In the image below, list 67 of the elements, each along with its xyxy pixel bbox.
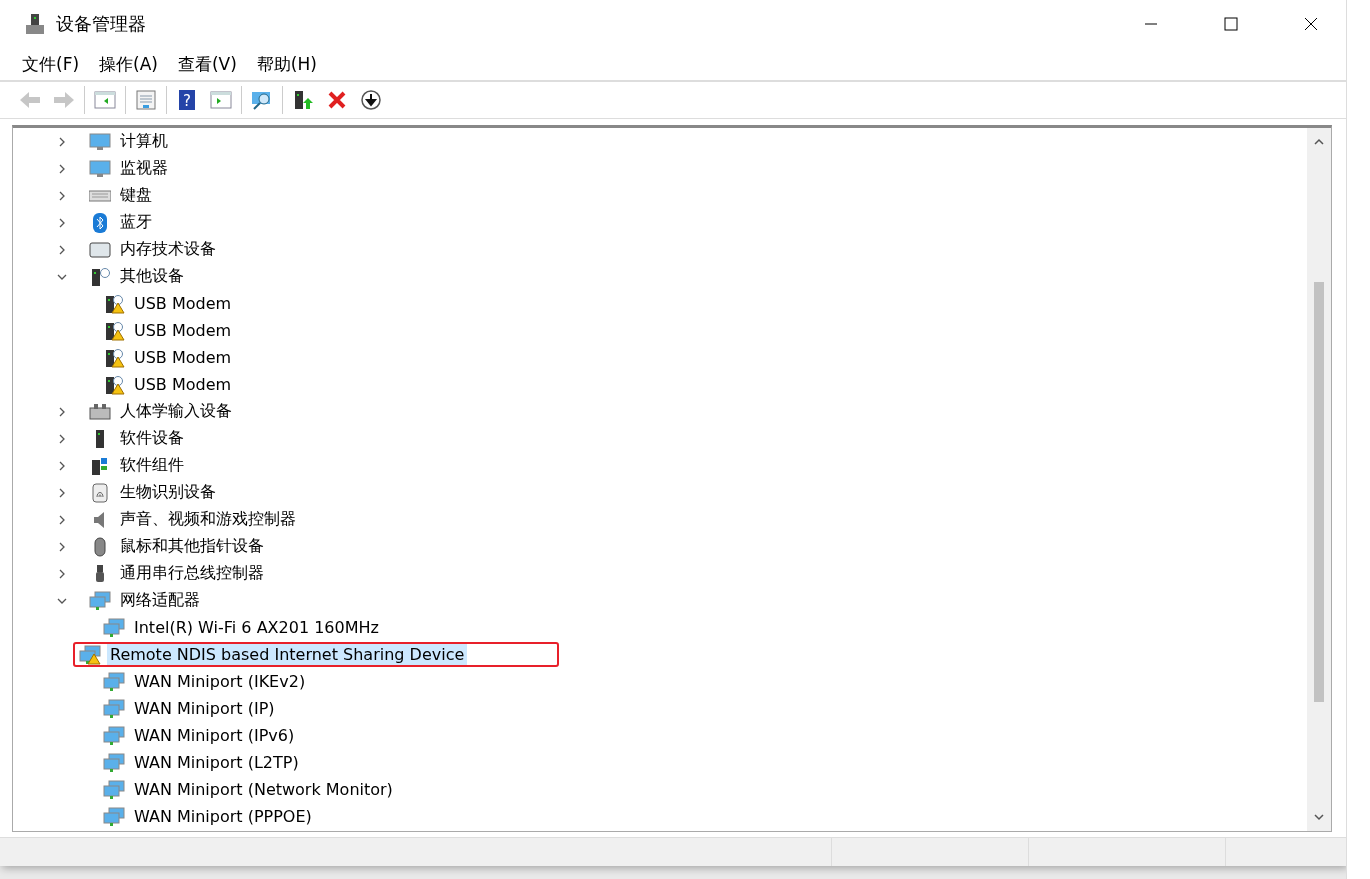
menu-item[interactable]: 文件(F) bbox=[14, 50, 88, 78]
tree-item[interactable]: USB Modem bbox=[131, 374, 235, 395]
tree-item[interactable]: USB Modem bbox=[131, 293, 235, 314]
tree-item[interactable]: 其他设备 bbox=[117, 265, 187, 288]
device-icon bbox=[89, 266, 111, 287]
chevron-right-icon[interactable] bbox=[57, 244, 67, 255]
tree-item[interactable]: 通用串行总线控制器 bbox=[117, 562, 267, 585]
device-icon bbox=[89, 239, 111, 260]
chevron-right-icon[interactable] bbox=[57, 190, 67, 201]
monitor-icon bbox=[89, 158, 111, 179]
tree-item[interactable]: WAN Miniport (IPv6) bbox=[131, 725, 298, 746]
chevron-right-icon[interactable] bbox=[57, 217, 67, 228]
close-icon[interactable] bbox=[1304, 17, 1318, 31]
forward-arrow-icon bbox=[52, 90, 76, 110]
tree-item[interactable]: 监视器 bbox=[117, 157, 171, 180]
maximize-icon[interactable] bbox=[1224, 17, 1238, 31]
window-title: 设备管理器 bbox=[56, 12, 147, 36]
tree-item[interactable]: USB Modem bbox=[131, 320, 235, 341]
monitor-icon bbox=[89, 131, 111, 152]
chevron-right-icon[interactable] bbox=[57, 514, 67, 525]
chevron-right-icon[interactable] bbox=[57, 487, 67, 498]
back-arrow-icon bbox=[18, 90, 42, 110]
console-tree-icon bbox=[94, 90, 116, 110]
network-adapter-icon bbox=[89, 590, 111, 611]
scroll-down-icon[interactable] bbox=[1314, 813, 1324, 821]
tree-item[interactable]: 声音、视频和游戏控制器 bbox=[117, 508, 299, 531]
menu-item[interactable]: 查看(V) bbox=[169, 50, 245, 78]
action-pane-icon bbox=[210, 90, 232, 110]
tree-item[interactable]: WAN Miniport (IKEv2) bbox=[131, 671, 309, 692]
chevron-right-icon[interactable] bbox=[57, 136, 67, 147]
close-icon bbox=[326, 90, 348, 110]
chevron-right-icon[interactable] bbox=[57, 433, 67, 444]
tree-item[interactable]: 人体学输入设备 bbox=[117, 400, 235, 423]
tree-item[interactable]: 蓝牙 bbox=[117, 211, 155, 234]
tree-item[interactable]: Intel(R) Wi-Fi 6 AX201 160MHz bbox=[131, 617, 382, 638]
tree-item[interactable]: 软件设备 bbox=[117, 427, 187, 450]
tree-item[interactable]: WAN Miniport (Network Monitor) bbox=[131, 779, 396, 800]
chevron-right-icon[interactable] bbox=[57, 163, 67, 174]
scrollbar[interactable] bbox=[1307, 128, 1331, 831]
menu-item[interactable]: 帮助(H) bbox=[248, 50, 325, 78]
properties-icon bbox=[135, 90, 157, 110]
tree-item[interactable]: Remote NDIS based Internet Sharing Device bbox=[107, 644, 468, 665]
tree-item[interactable]: 鼠标和其他指针设备 bbox=[117, 535, 267, 558]
tree-item[interactable]: 内存技术设备 bbox=[117, 238, 219, 261]
scroll-up-icon[interactable] bbox=[1314, 138, 1324, 146]
tree-item[interactable]: 生物识别设备 bbox=[117, 481, 219, 504]
monitor-magnifier-icon bbox=[251, 90, 273, 110]
chevron-right-icon[interactable] bbox=[57, 568, 67, 579]
device-icon bbox=[95, 428, 105, 449]
tree-item[interactable]: 软件组件 bbox=[117, 454, 187, 477]
device-manager-icon bbox=[24, 13, 46, 35]
down-arrow-circle-icon bbox=[360, 90, 382, 110]
chevron-right-icon[interactable] bbox=[57, 460, 67, 471]
chevron-right-icon[interactable] bbox=[57, 541, 67, 552]
tree-item[interactable]: WAN Miniport (L2TP) bbox=[131, 752, 302, 773]
tree-item[interactable]: USB Modem bbox=[131, 347, 235, 368]
device-upload-icon bbox=[292, 90, 314, 110]
tree-item[interactable]: 计算机 bbox=[117, 130, 171, 153]
menu-item[interactable]: 操作(A) bbox=[91, 50, 166, 78]
fingerprint-icon bbox=[89, 482, 111, 503]
device-icon bbox=[89, 401, 111, 422]
tree-item[interactable]: WAN Miniport (PPPOE) bbox=[131, 806, 315, 827]
tree-item[interactable]: WAN Miniport (IP) bbox=[131, 698, 278, 719]
tree-item[interactable]: 键盘 bbox=[117, 184, 155, 207]
chevron-right-icon[interactable] bbox=[57, 406, 67, 417]
scrollbar-thumb[interactable] bbox=[1314, 282, 1324, 702]
tree-item[interactable]: 网络适配器 bbox=[117, 589, 203, 612]
